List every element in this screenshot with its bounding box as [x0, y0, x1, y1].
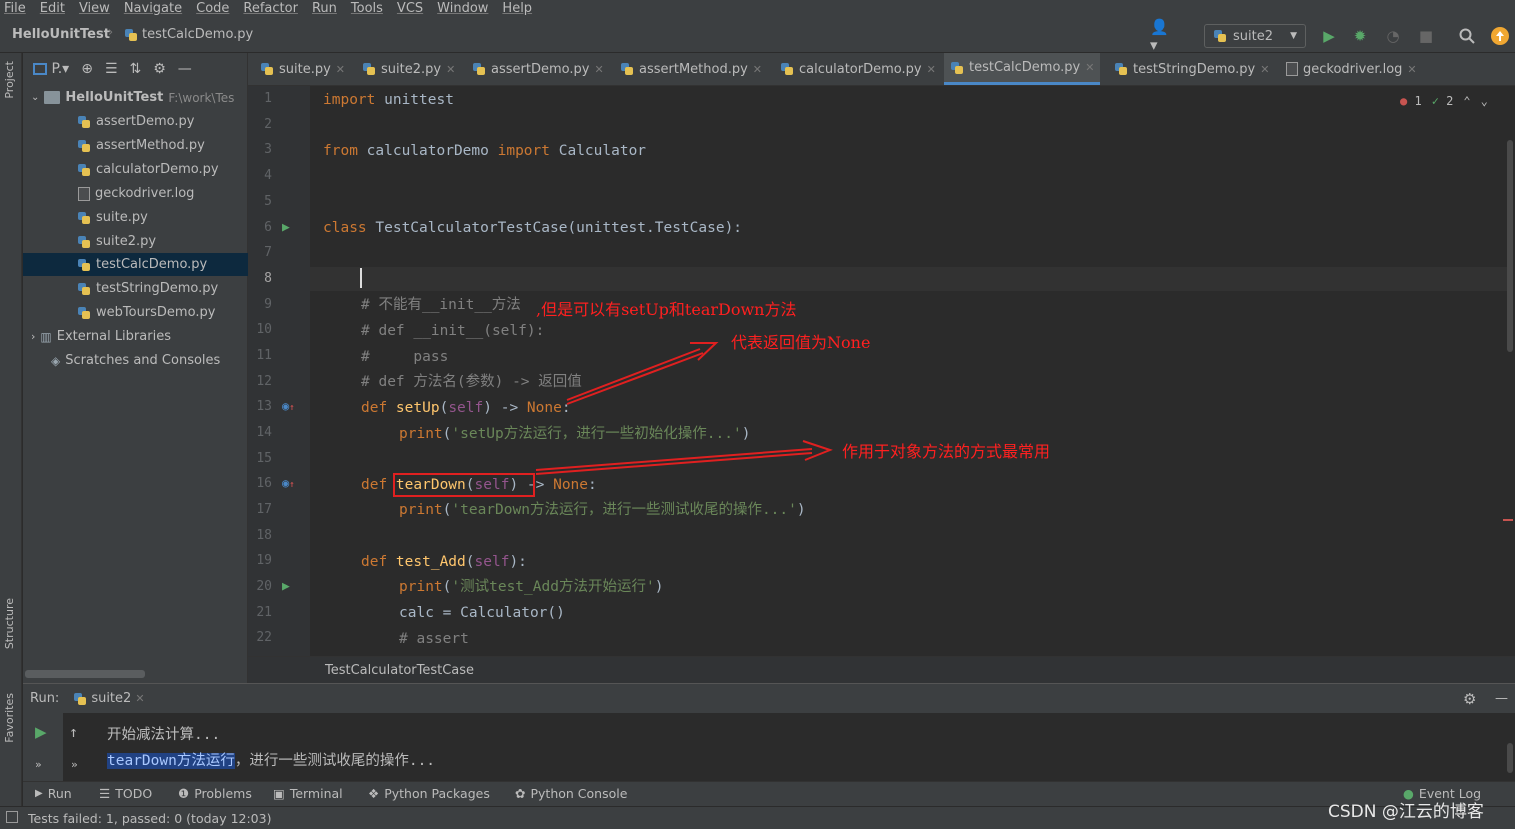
run-panel-header: Run: suite2 ✕ ⚙ — [23, 683, 1515, 713]
tool-window-bar: ▶ Run ☰ TODO ❶ Problems ▣ Terminal ❖ Python P… [23, 781, 1515, 806]
python-config-icon [73, 692, 87, 706]
console-scrollbar[interactable] [1507, 743, 1513, 773]
terminal-tool-button[interactable]: ▣ Terminal [273, 786, 343, 801]
problems-tool-button[interactable]: ❶ Problems [178, 786, 252, 801]
run-tool-button[interactable]: ▶ Run [35, 786, 72, 801]
run-console[interactable]: ↑ » 开始减法计算... tearDown方法运行，进行一些测试收尾的操作..… [63, 713, 1515, 781]
arrow-up-icon[interactable]: ↑ [69, 723, 78, 741]
status-toggle-icon[interactable] [6, 811, 18, 823]
status-bar: Tests failed: 1, passed: 0 (today 12:03) [0, 806, 1515, 829]
run-side-toolbar: ▶ » [23, 713, 63, 781]
hide-icon[interactable]: — [1495, 691, 1508, 706]
console-icon: ✿ [515, 786, 526, 801]
status-text: Tests failed: 1, passed: 0 (today 12:03) [28, 810, 272, 826]
rerun-icon[interactable]: ▶ [35, 723, 47, 741]
terminal-icon: ▣ [273, 786, 285, 801]
code-breadcrumb[interactable]: TestCalculatorTestCase [248, 656, 1515, 683]
gear-icon[interactable]: ⚙ [1463, 690, 1476, 708]
list-icon: ☰ [99, 786, 111, 801]
run-label: Run: [30, 691, 60, 706]
package-icon: ❖ [368, 786, 380, 801]
more-icon[interactable]: » [71, 758, 78, 771]
info-icon: ❶ [178, 786, 190, 801]
python-packages-tool-button[interactable]: ❖ Python Packages [368, 786, 490, 801]
console-line: tearDown方法运行，进行一些测试收尾的操作... [107, 753, 436, 769]
watermark: CSDN @江云的博客 [1328, 802, 1484, 822]
run-tab-suite2[interactable]: suite2 ✕ [73, 691, 145, 706]
python-console-tool-button[interactable]: ✿ Python Console [515, 786, 627, 801]
more-icon[interactable]: » [35, 758, 42, 771]
run-icon: ▶ [35, 788, 43, 799]
todo-tool-button[interactable]: ☰ TODO [99, 786, 152, 801]
close-icon[interactable]: ✕ [135, 692, 144, 705]
console-line: 开始减法计算... [107, 727, 221, 743]
